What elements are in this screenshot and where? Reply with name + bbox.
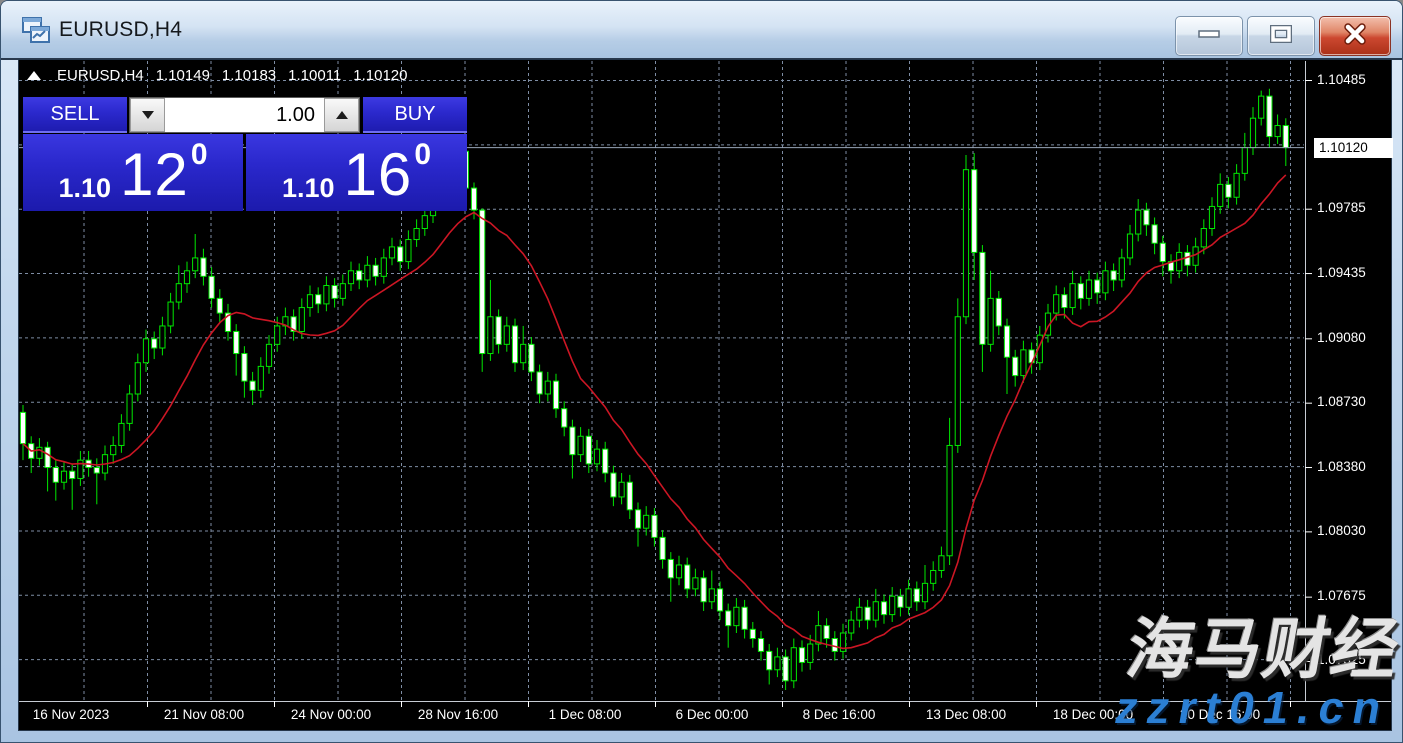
y-axis-label: 1.08380 — [1317, 459, 1366, 474]
sell-price-panel[interactable]: 1.10 12 0 — [23, 134, 243, 211]
sell-button[interactable]: SELL — [23, 97, 127, 133]
one-click-trading-panel: SELL BUY 1.10 12 0 1.10 16 0 — [23, 97, 467, 211]
y-axis-label: 1.08030 — [1317, 523, 1366, 538]
volume-up-icon — [336, 111, 348, 119]
x-axis-label: 8 Dec 16:00 — [803, 707, 876, 722]
volume-input[interactable] — [165, 98, 324, 132]
ohlc-open: 1.10149 — [156, 67, 210, 84]
y-axis-label: 1.09785 — [1317, 200, 1366, 215]
buy-price-big: 16 — [344, 149, 413, 201]
buy-button[interactable]: BUY — [363, 97, 467, 133]
volume-decrease-button[interactable] — [130, 98, 165, 132]
collapse-arrow-icon[interactable] — [27, 71, 41, 80]
y-axis-label: 1.07675 — [1317, 588, 1366, 603]
x-axis-label: 1 Dec 08:00 — [549, 707, 622, 722]
watermark-brand: 海马财经 — [1122, 613, 1403, 686]
y-axis-label: 1.09435 — [1317, 265, 1366, 280]
volume-combo — [129, 97, 360, 133]
y-axis-label: 1.08730 — [1317, 394, 1366, 409]
bid-price-tag: 1.10120 — [1314, 138, 1393, 158]
buy-price-base: 1.10 — [282, 175, 335, 201]
ohlc-symbol: EURUSD,H4 — [57, 67, 144, 84]
ohlc-close: 1.10120 — [353, 67, 407, 84]
ohlc-header: EURUSD,H4 1.10149 1.10183 1.10011 1.1012… — [27, 67, 408, 84]
sell-price-sup: 0 — [191, 138, 208, 172]
x-axis-label: 24 Nov 00:00 — [291, 707, 371, 722]
sell-price-big: 12 — [120, 149, 189, 201]
x-axis-label: 6 Dec 00:00 — [676, 707, 749, 722]
x-axis-label: 21 Nov 08:00 — [164, 707, 244, 722]
buy-price-sup: 0 — [414, 138, 431, 172]
y-axis-label: 1.10485 — [1317, 72, 1366, 87]
volume-increase-button[interactable] — [324, 98, 359, 132]
volume-down-icon — [142, 111, 154, 119]
x-axis-label: 28 Nov 16:00 — [418, 707, 498, 722]
chart-window: EURUSD,H4 EURUSD,H4 1.10 — [0, 0, 1403, 743]
x-axis-label: 16 Nov 2023 — [33, 707, 110, 722]
ohlc-high: 1.10183 — [222, 67, 276, 84]
sell-price-base: 1.10 — [59, 175, 112, 201]
y-axis-label: 1.09080 — [1317, 330, 1366, 345]
watermark-url: zzrt01.cn — [1112, 685, 1394, 730]
ohlc-low: 1.10011 — [288, 67, 341, 84]
x-axis-label: 13 Dec 08:00 — [926, 707, 1006, 722]
buy-price-panel[interactable]: 1.10 16 0 — [246, 134, 467, 211]
